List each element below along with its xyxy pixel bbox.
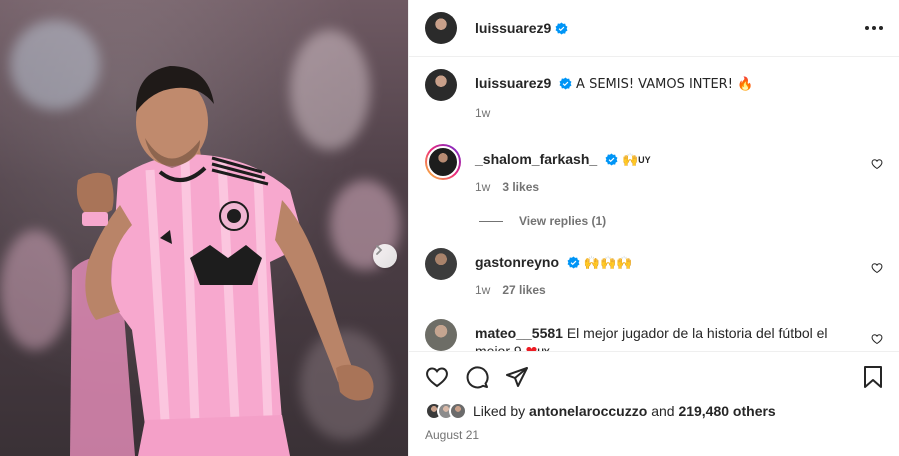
red-heart-emoji: ❤ [526,344,538,351]
liked-by-user[interactable]: antonelaroccuzzo [529,403,647,419]
heart-icon[interactable] [871,158,883,170]
view-replies-label: View replies (1) [519,214,607,228]
post-photo[interactable] [0,0,408,456]
player-illustration [70,66,374,456]
caption-text: A SEMIS! VAMOS INTER! 🔥 [576,77,754,92]
share-button[interactable] [505,365,529,389]
caption-time: 1w [475,106,491,120]
comment-button[interactable] [465,365,489,389]
divider [479,220,503,222]
verified-badge-icon [605,153,618,166]
comment-likes[interactable]: 3 likes [502,178,539,196]
share-icon [506,367,528,387]
comment-likes[interactable]: 27 likes [502,281,545,299]
comment-time: 1w [475,180,491,194]
save-button[interactable] [862,365,884,389]
next-photo-button[interactable] [373,244,397,268]
author-avatar[interactable] [425,69,457,101]
comment-username[interactable]: mateo__5581 [475,325,563,341]
heart-icon [426,367,448,388]
liked-by-count[interactable]: 219,480 others [678,403,775,419]
bookmark-icon [864,366,882,388]
comments-list: luissuarez9 A SEMIS! VAMOS INTER! 🔥 1w _… [409,57,899,351]
liked-by-prefix: Liked by [473,403,526,419]
view-replies-button[interactable]: View replies (1) [479,214,883,228]
like-button[interactable] [425,365,449,389]
comment-emoji: 🙌 [621,153,639,168]
heart-icon[interactable] [871,333,883,345]
liked-by-middle: and [651,403,675,419]
comment: _shalom_farkash_ 🙌UY 1w 3 likes [425,144,883,196]
post-actions: Liked by antonelaroccuzzo and 219,480 ot… [409,351,899,442]
comment: gastonreyno 🙌🙌🙌 1w 27 likes [425,248,883,299]
author-username[interactable]: luissuarez9 [475,20,551,36]
comment-time: 1w [475,283,491,297]
commenter-avatar[interactable] [425,248,457,280]
comment-emoji: 🙌🙌🙌 [583,256,633,271]
comment: mateo__5581 El mejor jugador de la histo… [425,319,883,351]
post-date[interactable]: August 21 [425,428,884,442]
liker-avatars [425,402,467,420]
post-details-panel: luissuarez9 luissuarez9 A SEMIS! VAMOS I… [408,0,899,456]
commenter-avatar[interactable] [425,319,457,351]
author-avatar[interactable] [425,12,457,44]
comment-username[interactable]: gastonreyno [475,254,559,270]
comment-username[interactable]: _shalom_farkash_ [475,151,597,167]
flag-icon: UY [638,155,651,165]
post-header: luissuarez9 [409,0,899,57]
verified-badge-icon [567,256,580,269]
heart-icon[interactable] [871,262,883,274]
verified-badge-icon [555,22,568,34]
chevron-right-icon [376,245,383,255]
comment-icon [466,366,489,389]
caption-username[interactable]: luissuarez9 [475,75,551,91]
commenter-avatar[interactable] [425,144,461,180]
more-options-icon[interactable] [865,18,883,38]
caption: luissuarez9 A SEMIS! VAMOS INTER! 🔥 1w [425,69,883,122]
likes-summary[interactable]: Liked by antonelaroccuzzo and 219,480 ot… [425,398,884,424]
verified-badge-icon [559,77,572,90]
